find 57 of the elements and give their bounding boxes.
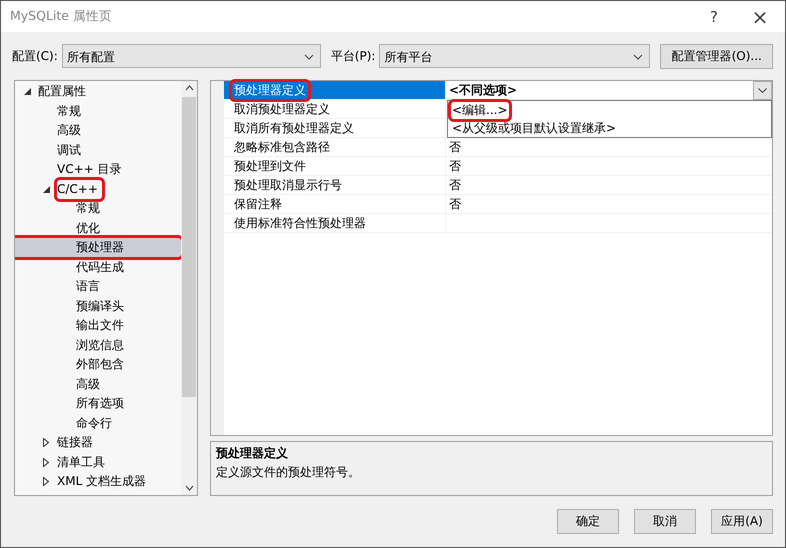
tree-item[interactable]: 调试 bbox=[57, 140, 85, 160]
dialog-button[interactable]: 取消 bbox=[634, 509, 696, 534]
tree-item[interactable]: XML 文档生成器 bbox=[57, 472, 150, 492]
property-name[interactable]: 预处理器定义 bbox=[224, 81, 446, 99]
platform-dropdown[interactable]: 所有平台 bbox=[379, 44, 650, 68]
property-value: 否 bbox=[449, 158, 461, 174]
property-label: 预处理取消显示行号 bbox=[233, 176, 343, 194]
tree-item[interactable]: 清单工具 bbox=[57, 452, 109, 472]
property-name[interactable]: 取消所有预处理器定义 bbox=[224, 119, 446, 137]
tree-item[interactable]: 预处理器 bbox=[15, 238, 181, 258]
tree-item[interactable]: 浏览信息 bbox=[76, 336, 128, 355]
close-button[interactable]: × bbox=[737, 4, 783, 28]
tree-item[interactable]: 语言 bbox=[76, 277, 104, 296]
property-name[interactable]: 预处理取消显示行号 bbox=[224, 176, 446, 194]
tree-item[interactable]: 所有选项 bbox=[76, 394, 128, 414]
property-value: <不同选项> bbox=[449, 82, 518, 98]
tree-item[interactable]: 常规 bbox=[57, 102, 85, 121]
tree-item[interactable]: 高级 bbox=[57, 121, 85, 140]
description-title: 预处理器定义 bbox=[216, 445, 289, 462]
dropdown-option[interactable]: <编辑...> bbox=[448, 101, 771, 119]
dialog-button[interactable]: 确定 bbox=[557, 509, 619, 534]
config-manager-button[interactable]: 配置管理器(O)... bbox=[660, 44, 773, 68]
property-name[interactable]: 预处理到文件 bbox=[224, 157, 446, 175]
property-value: 否 bbox=[449, 176, 461, 194]
tree-item[interactable]: 配置属性 bbox=[38, 82, 90, 102]
dropdown-option[interactable]: <从父级或项目默认设置继承> bbox=[448, 119, 771, 137]
window-title: MySQLite 属性页 bbox=[10, 8, 113, 25]
tree-item[interactable]: 链接器 bbox=[57, 433, 97, 452]
tree-item[interactable]: 外部包含 bbox=[76, 355, 128, 374]
property-value: 否 bbox=[449, 138, 461, 156]
tree-item[interactable]: C/C++ bbox=[57, 180, 102, 199]
tree-item[interactable]: VC++ 目录 bbox=[57, 160, 126, 180]
property-label: 预处理器定义 bbox=[232, 82, 308, 98]
property-value: 否 bbox=[449, 196, 461, 212]
property-label: 使用标准符合性预处理器 bbox=[233, 214, 367, 232]
property-name[interactable]: 取消预处理器定义 bbox=[224, 100, 446, 118]
help-button[interactable]: ? bbox=[691, 8, 737, 26]
config-dropdown[interactable]: 所有配置 bbox=[62, 44, 321, 68]
property-label: 保留注释 bbox=[233, 196, 283, 212]
tree-item[interactable]: 预编译头 bbox=[76, 296, 128, 316]
tree-item[interactable]: 代码生成 bbox=[76, 258, 128, 277]
property-name[interactable]: 使用标准符合性预处理器 bbox=[224, 214, 446, 232]
platform-label: 平台(P): bbox=[330, 48, 376, 64]
description-text: 定义源文件的预处理符号。 bbox=[216, 464, 361, 481]
tree-item[interactable]: 优化 bbox=[76, 218, 104, 238]
property-label: 取消预处理器定义 bbox=[233, 100, 331, 118]
property-name[interactable]: 保留注释 bbox=[224, 195, 446, 213]
property-label: 忽略标准包含路径 bbox=[233, 138, 331, 156]
tree-item[interactable]: 常规 bbox=[76, 199, 104, 218]
config-label: 配置(C): bbox=[12, 48, 58, 64]
tree-item[interactable]: 输出文件 bbox=[76, 316, 128, 336]
tree-item[interactable]: 命令行 bbox=[76, 414, 116, 433]
property-name[interactable]: 忽略标准包含路径 bbox=[224, 138, 446, 156]
tree-item[interactable]: 高级 bbox=[76, 374, 104, 394]
property-label: 预处理到文件 bbox=[233, 158, 307, 174]
property-label: 取消所有预处理器定义 bbox=[233, 120, 355, 136]
dialog-button[interactable]: 应用(A) bbox=[711, 509, 773, 534]
